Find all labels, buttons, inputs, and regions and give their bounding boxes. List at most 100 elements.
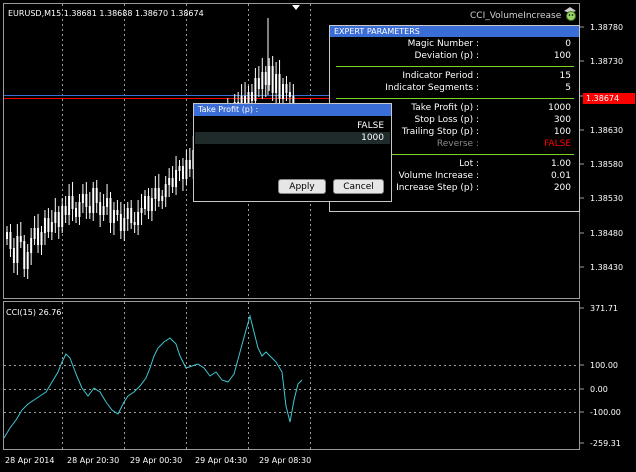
parameters-separator <box>336 66 574 67</box>
candle-body <box>85 194 88 207</box>
time-label: 29 Apr 08:30 <box>259 456 311 465</box>
candle-body <box>288 92 291 97</box>
candle-body <box>50 222 53 232</box>
parameter-label: Take Profit (p) : <box>411 103 479 113</box>
candle-body <box>12 248 15 263</box>
apply-button[interactable]: Apply <box>278 179 326 194</box>
parameter-row[interactable]: Magic Number : 0 <box>330 39 579 50</box>
take-profit-option-false[interactable]: FALSE <box>195 120 390 132</box>
parameter-value: FALSE <box>544 139 571 149</box>
parameter-value: 0.01 <box>550 171 571 181</box>
candle-body <box>116 210 119 215</box>
candle-body <box>150 198 153 211</box>
candle-body <box>33 228 36 239</box>
candle-body <box>30 238 33 253</box>
candle-body <box>57 212 60 227</box>
candle-body <box>144 196 146 209</box>
candle-body <box>133 222 136 225</box>
parameter-value: 200 <box>553 183 571 193</box>
parameter-label: Volume Increase : <box>398 171 479 181</box>
parameters-separator <box>336 98 574 99</box>
parameter-value: 1000 <box>548 103 571 113</box>
candle-body <box>68 196 71 215</box>
candle-body <box>130 208 133 223</box>
candle-body <box>99 202 102 215</box>
candle-body <box>102 206 105 215</box>
candle-body <box>9 232 12 249</box>
parameter-value: 100 <box>553 51 571 61</box>
candle-body <box>168 178 171 185</box>
candle-body <box>278 74 281 99</box>
cancel-button[interactable]: Cancel <box>333 179 384 194</box>
candle-body <box>275 74 278 93</box>
candle-body <box>161 196 164 201</box>
parameter-label: Increase Step (p) : <box>396 183 479 193</box>
time-label: 28 Apr 2014 <box>5 456 54 465</box>
price-label: 1.38530 <box>590 194 623 203</box>
candle-body <box>119 214 122 231</box>
take-profit-option-1000[interactable]: 1000 <box>195 132 390 144</box>
candle-body <box>285 84 288 93</box>
candle-body <box>112 210 115 223</box>
candle-body <box>271 66 274 93</box>
time-label: 29 Apr 00:30 <box>130 456 182 465</box>
cci-line <box>3 314 303 439</box>
take-profit-dialog-title: Take Profit (p) : <box>194 104 391 116</box>
parameter-row[interactable]: Indicator Period : 15 <box>330 71 579 82</box>
candle-body <box>188 160 191 169</box>
candle-body <box>19 236 22 242</box>
symbol-title: EURUSD,M15 1.38681 1.38688 1.38670 1.386… <box>8 9 204 18</box>
expert-name: CCI_VolumeIncrease <box>470 11 562 21</box>
cci-level-label: 0.00 <box>590 385 608 394</box>
candle-body <box>171 178 174 187</box>
candle-body <box>137 212 140 225</box>
cci-level-label: 100.00 <box>590 361 618 370</box>
candle-body <box>92 188 95 213</box>
candle-body <box>123 218 126 231</box>
candle-body <box>261 72 264 89</box>
candle-body <box>16 236 19 263</box>
candle-body <box>185 160 188 179</box>
parameter-value: 100 <box>553 127 571 137</box>
parameter-label: Reverse : <box>436 139 479 149</box>
candle-body <box>95 188 98 203</box>
candle-body <box>178 166 181 171</box>
parameter-value: 1.00 <box>550 159 571 169</box>
candle-body <box>109 198 112 223</box>
cci-chart-frame <box>3 301 580 450</box>
parameter-label: Stop Loss (p) : <box>414 115 479 125</box>
smiley-hat-icon[interactable] <box>562 5 578 25</box>
candle-body <box>157 188 160 201</box>
candle-body <box>47 218 50 232</box>
candle-body <box>250 92 253 101</box>
candle-body <box>71 196 74 209</box>
parameter-label: Indicator Segments : <box>385 83 479 93</box>
candle-body <box>154 188 157 199</box>
parameter-label: Deviation (p) : <box>414 51 479 61</box>
candle-body <box>106 198 109 207</box>
candle-body <box>140 208 143 213</box>
candle-body <box>254 78 257 101</box>
price-label: 1.38580 <box>590 160 623 169</box>
candle-body <box>54 212 57 223</box>
parameter-value: 5 <box>565 83 571 93</box>
parameter-label: Magic Number : <box>407 39 479 49</box>
price-label: 1.38630 <box>590 126 623 135</box>
parameter-row[interactable]: Deviation (p) : 100 <box>330 51 579 62</box>
parameter-row[interactable]: Indicator Segments : 5 <box>330 83 579 94</box>
parameter-value: 15 <box>559 71 571 81</box>
parameter-value: 300 <box>553 115 571 125</box>
candle-body <box>23 241 26 269</box>
candle-body <box>75 208 77 217</box>
current-price-tag: 1.38674 <box>583 93 635 104</box>
take-profit-dialog: Take Profit (p) : FALSE 1000 Apply Cance… <box>193 103 392 202</box>
expert-parameters-title: EXPERT PARAMETERS <box>330 26 579 37</box>
parameter-label: Lot : <box>459 159 479 169</box>
price-label: 1.38730 <box>590 57 623 66</box>
time-label: 29 Apr 04:30 <box>195 456 247 465</box>
chart-shift-marker[interactable] <box>292 5 300 10</box>
price-label: 1.38430 <box>590 263 623 272</box>
candle-body <box>292 96 295 103</box>
parameter-label: Trailing Stop (p) : <box>401 127 479 137</box>
price-label: 1.38780 <box>590 23 623 32</box>
